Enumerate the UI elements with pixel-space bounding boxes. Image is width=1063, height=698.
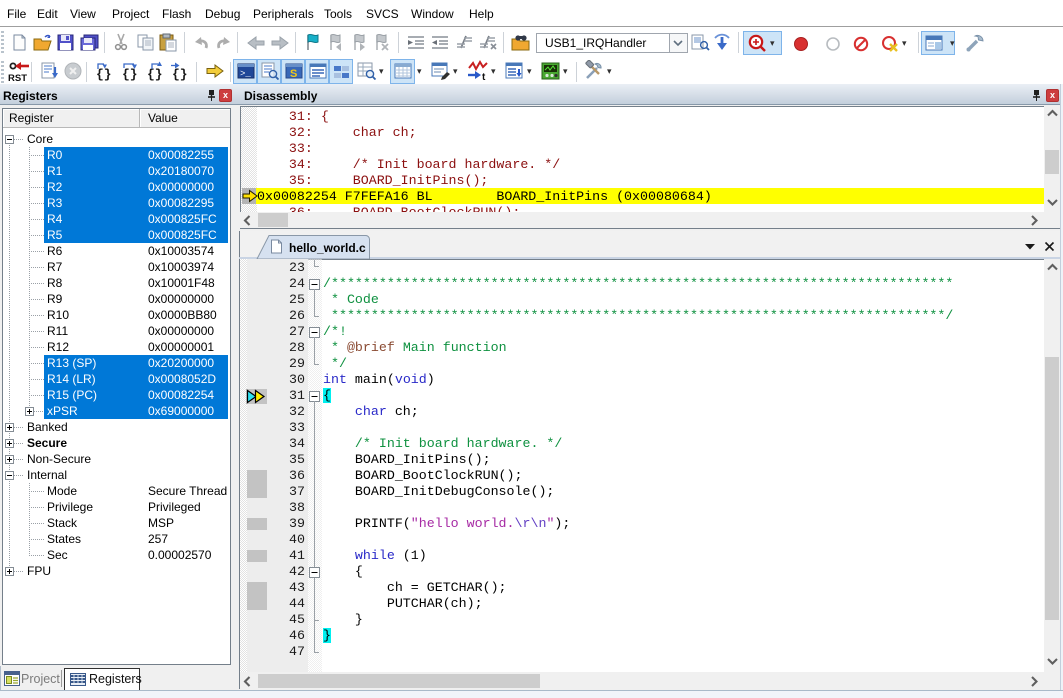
svg-text:{}: {} — [122, 67, 138, 81]
svg-text:RST: RST — [8, 73, 27, 84]
svg-text:>_: >_ — [240, 69, 251, 79]
svg-text:S: S — [290, 68, 297, 80]
svg-text:{}: {} — [147, 67, 163, 81]
svg-text:{}: {} — [96, 67, 112, 81]
svg-text:{}: {} — [172, 67, 188, 81]
svg-text:t: t — [482, 72, 486, 81]
